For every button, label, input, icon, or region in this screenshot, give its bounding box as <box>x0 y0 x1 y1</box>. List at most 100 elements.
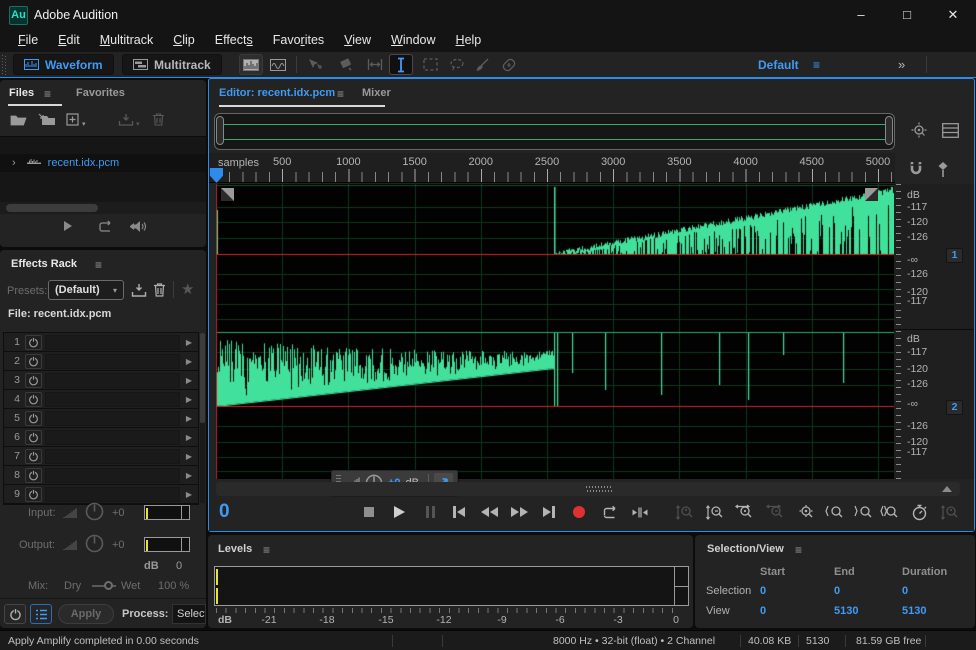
slot-empty-area[interactable] <box>45 373 180 388</box>
paintbrush-tool-button[interactable] <box>470 54 494 75</box>
files-play-button[interactable] <box>64 221 72 231</box>
slot-fx-menu-arrow[interactable]: ▶ <box>180 357 198 366</box>
menu-favorites[interactable]: Favorites <box>263 30 334 52</box>
tab-favorites[interactable]: Favorites <box>76 87 125 99</box>
menu-effects[interactable]: Effects <box>205 30 263 52</box>
files-delete-button[interactable] <box>152 112 165 126</box>
apply-button[interactable]: Apply <box>58 604 114 624</box>
channel-2-badge[interactable]: 2 <box>946 400 963 415</box>
minimize-button[interactable]: – <box>838 0 884 30</box>
file-name[interactable]: recent.idx.pcm <box>48 157 120 169</box>
save-file-button[interactable] <box>118 113 134 126</box>
scroll-corner-arrow[interactable] <box>942 486 952 492</box>
favorite-star-icon[interactable]: ★ <box>181 280 194 298</box>
menu-window[interactable]: Window <box>381 30 445 52</box>
slot-power-button[interactable] <box>25 449 42 464</box>
razor-tool-button[interactable] <box>333 54 357 75</box>
fade-out-handle[interactable] <box>865 188 878 201</box>
move-tool-button[interactable] <box>303 54 327 75</box>
skip-selection-button[interactable] <box>627 500 653 524</box>
slot-empty-area[interactable] <box>45 449 180 464</box>
menu-help[interactable]: Help <box>446 30 492 52</box>
effect-slot-8[interactable]: 8▶ <box>4 466 198 485</box>
effect-slot-5[interactable]: 5▶ <box>4 409 198 428</box>
slot-power-button[interactable] <box>25 411 42 426</box>
zoom-in-point-button[interactable] <box>821 500 847 524</box>
slot-power-button[interactable] <box>25 487 42 502</box>
lasso-selection-tool-button[interactable] <box>445 54 469 75</box>
effect-slot-4[interactable]: 4▶ <box>4 390 198 409</box>
skip-to-end-button[interactable] <box>536 500 562 524</box>
slot-empty-area[interactable] <box>45 354 180 369</box>
timeline-ruler[interactable]: samples 50010001500200025003000350040004… <box>209 153 895 183</box>
marquee-selection-tool-button[interactable] <box>418 54 442 75</box>
files-loop-button[interactable] <box>97 220 113 234</box>
channel-1-badge[interactable]: 1 <box>946 248 963 263</box>
status-format[interactable]: 8000 Hz • 32-bit (float) • 2 Channel <box>553 635 715 647</box>
menu-file[interactable]: File <box>8 30 48 52</box>
open-file-button[interactable] <box>10 113 27 126</box>
zoom-out-vertical-button[interactable] <box>701 500 727 524</box>
save-preset-button[interactable] <box>131 283 147 297</box>
effect-slot-6[interactable]: 6▶ <box>4 428 198 447</box>
snap-magnet-icon[interactable] <box>907 161 925 178</box>
menu-edit[interactable]: Edit <box>48 30 90 52</box>
slot-power-button[interactable] <box>25 373 42 388</box>
slot-empty-area[interactable] <box>45 411 180 426</box>
levels-menu-icon[interactable]: ≡ <box>263 543 270 557</box>
slot-fx-menu-arrow[interactable]: ▶ <box>180 395 198 404</box>
slot-fx-menu-arrow[interactable]: ▶ <box>180 338 198 347</box>
input-gain-knob[interactable] <box>85 502 104 521</box>
time-selection-tool-button[interactable] <box>389 54 413 75</box>
rack-scroll-thumb[interactable] <box>200 333 205 423</box>
input-gain-value[interactable]: +0 <box>112 507 125 519</box>
waveform-canvas[interactable] <box>216 184 894 479</box>
slot-empty-area[interactable] <box>45 335 180 350</box>
slot-fx-menu-arrow[interactable]: ▶ <box>180 452 198 461</box>
tab-mixer[interactable]: Mixer <box>362 87 391 99</box>
preset-dropdown[interactable]: (Default) ▾ <box>48 280 124 300</box>
waveform-display[interactable] <box>216 184 894 479</box>
menu-view[interactable]: View <box>334 30 381 52</box>
import-file-button[interactable] <box>38 113 56 126</box>
rewind-button[interactable] <box>476 500 502 524</box>
selection-end[interactable]: 0 <box>834 585 840 597</box>
delete-preset-button[interactable] <box>153 282 166 297</box>
workspace-menu-icon[interactable]: ≡ <box>813 58 820 72</box>
time-display[interactable]: 0 <box>219 501 230 523</box>
effect-slot-1[interactable]: 1▶ <box>4 333 198 352</box>
rack-list-view-button[interactable] <box>30 604 52 624</box>
mix-slider-thumb[interactable] <box>104 581 113 590</box>
slot-empty-area[interactable] <box>45 392 180 407</box>
new-file-dropdown-arrow[interactable]: ▾ <box>82 120 86 128</box>
slip-tool-button[interactable] <box>363 54 387 75</box>
stop-button[interactable] <box>356 500 382 524</box>
editor-tab-menu-icon[interactable]: ≡ <box>337 87 344 101</box>
selection-view-menu-icon[interactable]: ≡ <box>795 543 802 557</box>
slot-empty-area[interactable] <box>45 468 180 483</box>
slot-power-button[interactable] <box>25 468 42 483</box>
skip-to-start-button[interactable] <box>446 500 472 524</box>
slot-fx-menu-arrow[interactable]: ▶ <box>180 490 198 499</box>
slot-empty-area[interactable] <box>45 430 180 445</box>
files-panel-menu-icon[interactable]: ≡ <box>44 87 51 101</box>
files-autoplay-button[interactable] <box>128 219 146 234</box>
selection-view-title[interactable]: Selection/View <box>707 543 784 555</box>
slot-power-button[interactable] <box>25 392 42 407</box>
zoom-reset-button[interactable] <box>791 500 817 524</box>
view-duration[interactable]: 5130 <box>902 605 926 617</box>
view-end[interactable]: 5130 <box>834 605 858 617</box>
zoom-timer-button[interactable] <box>906 500 932 524</box>
menu-clip[interactable]: Clip <box>163 30 205 52</box>
slot-power-button[interactable] <box>25 354 42 369</box>
levels-title[interactable]: Levels <box>218 543 252 555</box>
slot-fx-menu-arrow[interactable]: ▶ <box>180 433 198 442</box>
zoom-navigator-icon[interactable] <box>909 121 929 141</box>
nav-left-handle[interactable] <box>216 116 224 145</box>
multitrack-mode-button[interactable]: Multitrack <box>122 54 222 75</box>
toolbar-grip[interactable] <box>2 55 7 75</box>
toolbar-overflow-chevron[interactable]: » <box>898 57 903 72</box>
files-horizontal-scrollbar[interactable] <box>0 202 206 214</box>
nav-right-handle[interactable] <box>885 116 893 145</box>
fast-forward-button[interactable] <box>506 500 532 524</box>
